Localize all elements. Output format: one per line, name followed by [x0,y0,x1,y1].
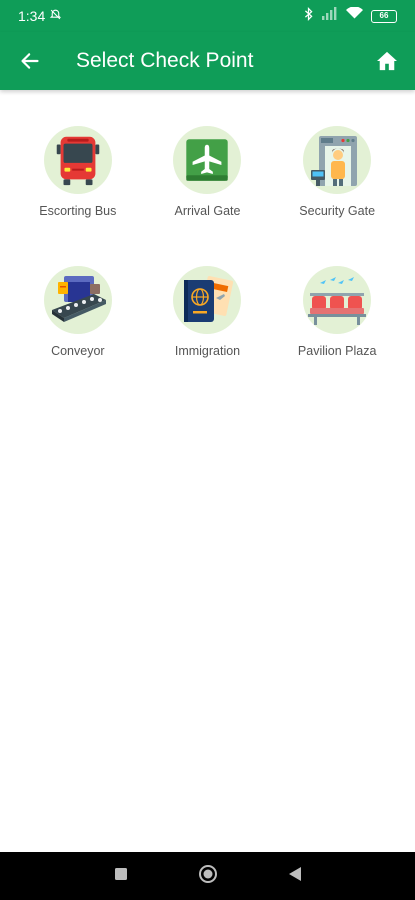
page-title: Select Check Point [76,49,254,72]
arrow-left-icon [21,53,39,69]
recents-button[interactable] [114,867,128,886]
system-nav-bar [0,852,415,900]
wifi-icon [346,6,363,25]
checkpoint-icon-bg [173,126,242,194]
checkpoint-label: Security Gate [299,204,376,218]
status-right: 66 [303,6,397,26]
alarm-off-icon [49,8,62,24]
checkpoint-grid: Escorting Bus Arrival Gate Security Gate… [13,126,402,358]
circle-icon [198,864,217,883]
bus-icon [56,136,100,186]
checkpoint-label: Pavilion Plaza [297,344,377,358]
checkpoint-escorting-bus[interactable]: Escorting Bus [13,126,143,218]
home-button[interactable] [359,32,415,90]
waiting-chairs-icon [308,277,367,325]
battery-icon: 66 [371,9,397,23]
checkpoint-label: Immigration [174,344,241,358]
status-bar: 1:34 66 [0,0,415,32]
checkpoint-label: Escorting Bus [39,204,117,218]
status-time: 1:34 [18,8,46,24]
triangle-back-icon [288,866,301,881]
checkpoint-icon-bg [303,126,372,194]
checkpoint-conveyor[interactable]: Conveyor [13,266,143,358]
nav-home-button[interactable] [198,864,218,889]
checkpoint-immigration[interactable]: Immigration [143,266,273,358]
back-button[interactable] [0,32,60,90]
home-icon [377,51,397,71]
checkpoint-arrival-gate[interactable]: Arrival Gate [143,126,273,218]
passport-icon [184,276,234,322]
select-check-point-screen: 1:34 66 Select Check Point Escorting Bus… [0,0,415,900]
checkpoint-label: Arrival Gate [174,204,241,218]
checkpoint-icon-bg [43,126,112,194]
square-icon [114,867,127,880]
checkpoint-icon-bg [303,266,372,334]
app-bar: Select Check Point [0,32,415,90]
bluetooth-icon [303,6,314,26]
security-gate-icon [311,136,358,186]
checkpoint-security-gate[interactable]: Security Gate [272,126,402,218]
conveyor-icon [51,276,106,322]
nav-back-button[interactable] [288,866,302,887]
checkpoint-icon-bg [173,266,242,334]
checkpoint-pavilion-plaza[interactable]: Pavilion Plaza [272,266,402,358]
checkpoint-label: Conveyor [51,344,105,358]
status-left: 1:34 [18,8,62,24]
checkpoint-icon-bg [43,266,112,334]
airplane-icon [186,139,229,181]
signal-icon [322,7,338,25]
